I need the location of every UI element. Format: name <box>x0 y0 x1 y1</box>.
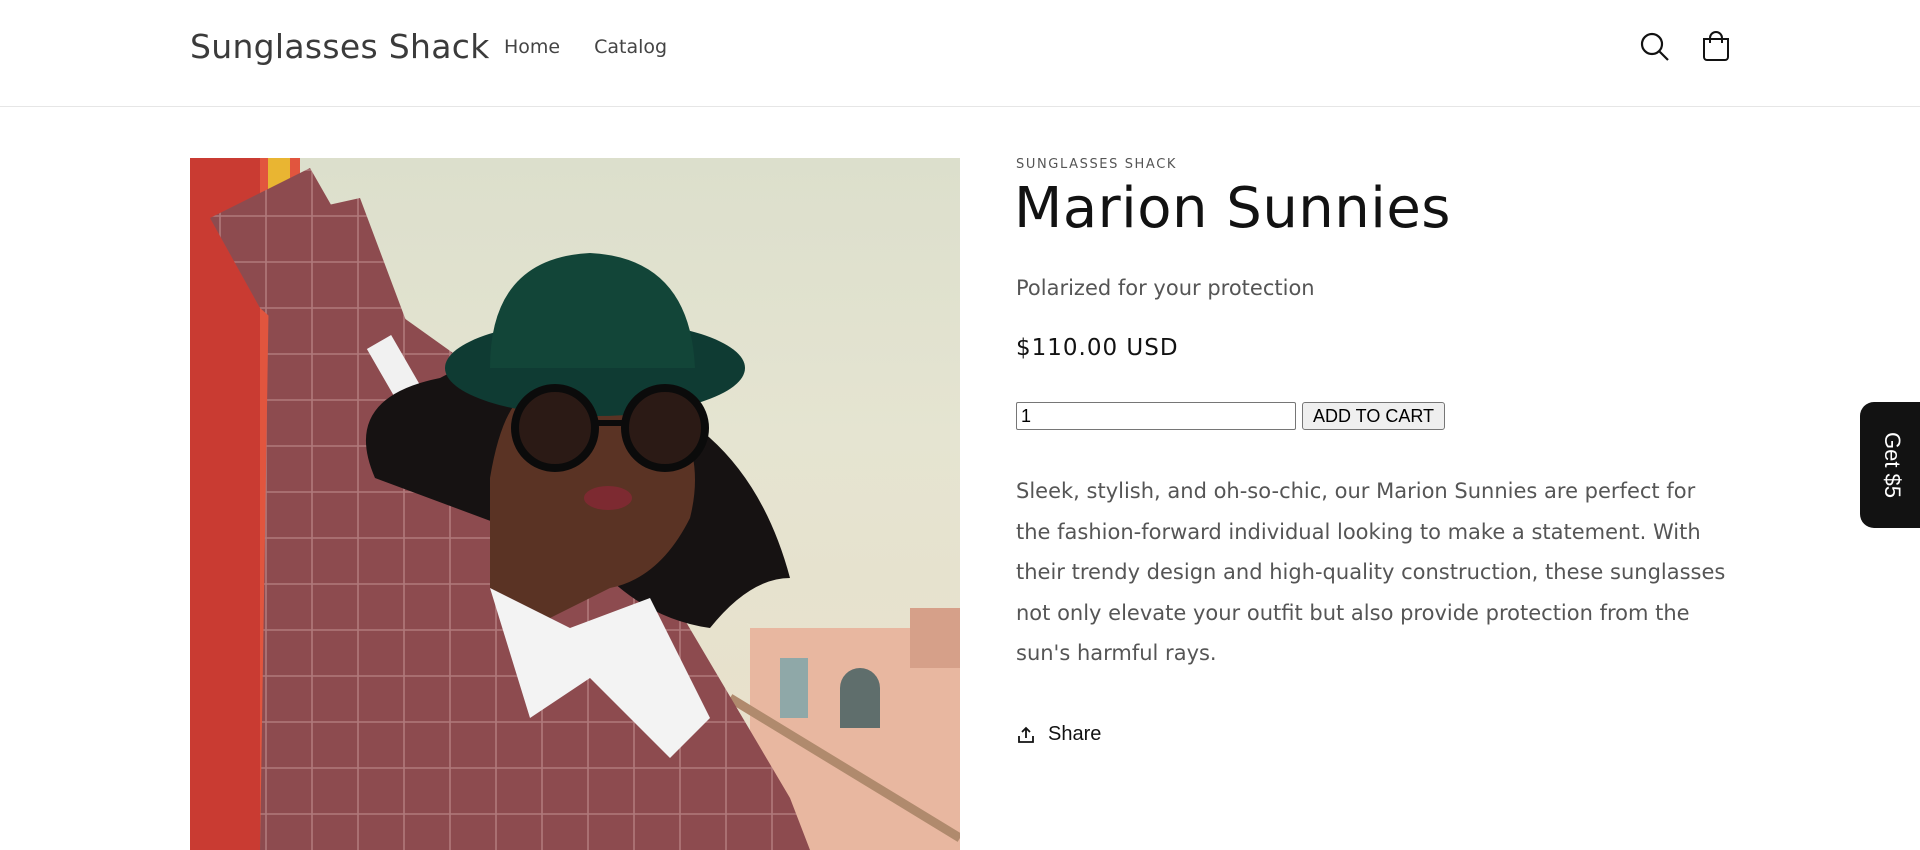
get-5-tab[interactable]: Get $5 <box>1860 402 1920 528</box>
product-image[interactable] <box>190 158 960 850</box>
product-subtitle: Polarized for your protection <box>1016 276 1315 300</box>
site-header: Sunglasses Shack Home Catalog <box>0 0 1920 107</box>
get-5-label: Get $5 <box>1880 431 1905 499</box>
product-vendor: SUNGLASSES SHACK <box>1016 157 1177 172</box>
quantity-input[interactable] <box>1016 402 1296 430</box>
search-icon[interactable] <box>1636 28 1674 66</box>
product-description: Sleek, stylish, and oh-so-chic, our Mari… <box>1016 479 1726 665</box>
product-title: Marion Sunnies <box>1014 176 1451 241</box>
share-label: Share <box>1048 723 1102 745</box>
main-nav: Home Catalog <box>504 36 667 58</box>
add-to-cart-button[interactable]: ADD TO CART <box>1302 402 1446 430</box>
share-icon <box>1018 726 1034 743</box>
share-button[interactable]: Share <box>1016 723 1101 746</box>
product-price: $110.00 USD <box>1016 335 1179 361</box>
product-photo-illustration <box>190 158 960 850</box>
cart-icon[interactable] <box>1697 28 1735 66</box>
nav-link-home[interactable]: Home <box>504 36 560 58</box>
store-logo[interactable]: Sunglasses Shack <box>190 27 490 66</box>
nav-link-catalog[interactable]: Catalog <box>594 36 667 58</box>
